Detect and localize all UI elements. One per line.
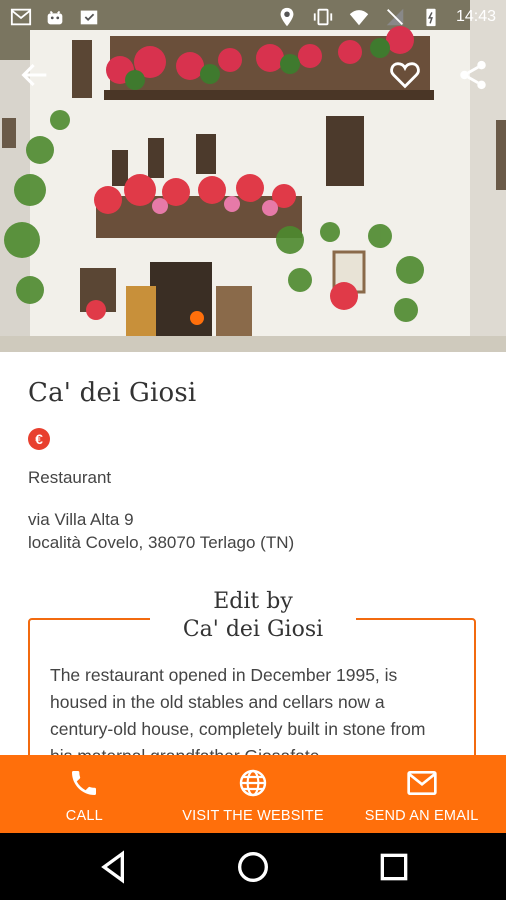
call-button[interactable]: CALL bbox=[0, 755, 169, 833]
email-label: SEND AN EMAIL bbox=[364, 808, 479, 824]
place-title: Ca' dei Giosi bbox=[28, 378, 197, 408]
battery-icon bbox=[426, 8, 436, 27]
edit-description: The restaurant opened in December 1995, … bbox=[50, 665, 426, 766]
share-button[interactable] bbox=[456, 58, 490, 92]
address-line2: località Covelo, 38070 Terlago (TN) bbox=[28, 533, 295, 552]
place-details: Ca' dei Giosi € Restaurant via Villa Alt… bbox=[28, 360, 478, 552]
share-icon bbox=[460, 60, 486, 90]
hero-photo bbox=[0, 0, 506, 352]
place-category: Restaurant bbox=[28, 468, 112, 487]
status-bar: 14:43 bbox=[0, 0, 506, 36]
mail-icon bbox=[407, 771, 437, 795]
back-button[interactable] bbox=[18, 58, 52, 92]
price-badge: € bbox=[28, 428, 50, 450]
email-button[interactable]: SEND AN EMAIL bbox=[337, 755, 506, 833]
gmail-icon bbox=[10, 8, 32, 26]
location-icon bbox=[280, 7, 294, 27]
edit-heading-line1: Edit by bbox=[213, 589, 293, 614]
nav-back-button[interactable] bbox=[94, 847, 134, 887]
call-label: CALL bbox=[65, 808, 103, 824]
edit-heading-line2: Ca' dei Giosi bbox=[182, 617, 324, 642]
circle-home-icon bbox=[238, 852, 268, 882]
heart-outline-icon bbox=[390, 62, 420, 89]
gallery-indicator-dot[interactable] bbox=[190, 311, 204, 325]
arrow-back-icon bbox=[21, 63, 47, 87]
action-bar: CALL VISIT THE WEBSITE SEND AN EMAIL bbox=[0, 755, 506, 833]
edit-heading: Edit by Ca' dei Giosi bbox=[150, 588, 356, 644]
android-icon bbox=[47, 10, 63, 25]
globe-icon bbox=[239, 769, 267, 797]
square-recents-icon bbox=[380, 853, 408, 881]
system-nav-bar bbox=[0, 833, 506, 900]
download-icon bbox=[80, 10, 98, 25]
vibrate-icon bbox=[313, 8, 333, 26]
nav-home-button[interactable] bbox=[233, 847, 273, 887]
clock: 14:43 bbox=[455, 8, 496, 25]
nav-recents-button[interactable] bbox=[374, 847, 414, 887]
favorite-button[interactable] bbox=[388, 58, 422, 92]
phone-icon bbox=[72, 771, 97, 795]
website-button[interactable]: VISIT THE WEBSITE bbox=[169, 755, 338, 833]
no-signal-icon bbox=[386, 8, 404, 26]
website-label: VISIT THE WEBSITE bbox=[182, 808, 324, 824]
address-line1: via Villa Alta 9 bbox=[28, 510, 134, 529]
wifi-icon bbox=[349, 10, 369, 26]
triangle-back-icon bbox=[101, 850, 124, 884]
